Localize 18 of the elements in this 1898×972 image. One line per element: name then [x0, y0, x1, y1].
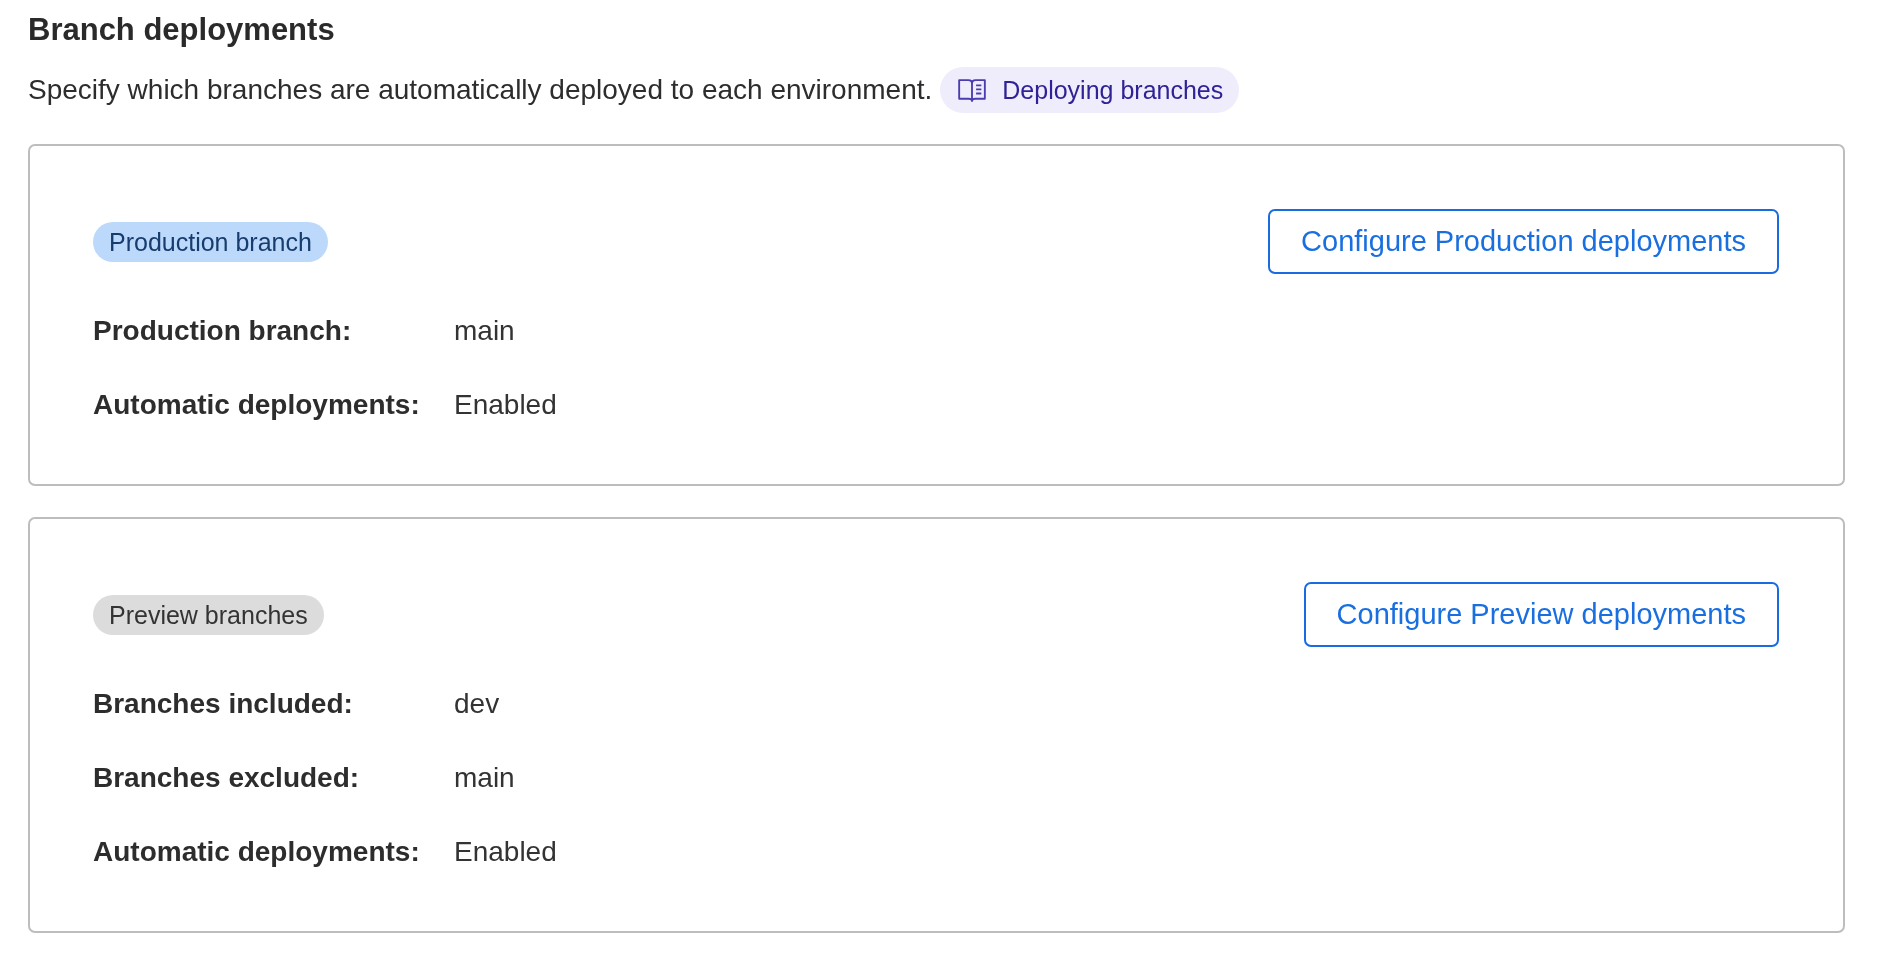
book-icon — [958, 77, 987, 103]
field-value: main — [454, 761, 516, 795]
branch-badge: Production branch — [93, 221, 328, 262]
docs-link[interactable]: Deploying branches — [940, 67, 1240, 113]
field-label: Branches excluded: — [93, 761, 361, 795]
field-value: Enabled — [454, 388, 557, 422]
field-value: main — [454, 314, 516, 348]
configure-button[interactable]: Configure Preview deployments — [1303, 582, 1779, 647]
section-title: Branch deployments — [28, 11, 335, 49]
field-value: dev — [454, 687, 501, 721]
section-description: Specify which branches are automatically deployed to each environment. — [28, 73, 933, 107]
field-value: Enabled — [454, 835, 557, 869]
field-label: Automatic deployments: — [93, 388, 421, 422]
branch-badge: Preview branches — [93, 594, 324, 635]
configure-button[interactable]: Configure Production deployments — [1268, 209, 1779, 274]
field-label: Automatic deployments: — [93, 835, 421, 869]
field-label: Branches included: — [93, 687, 354, 721]
field-label: Production branch: — [93, 314, 353, 348]
